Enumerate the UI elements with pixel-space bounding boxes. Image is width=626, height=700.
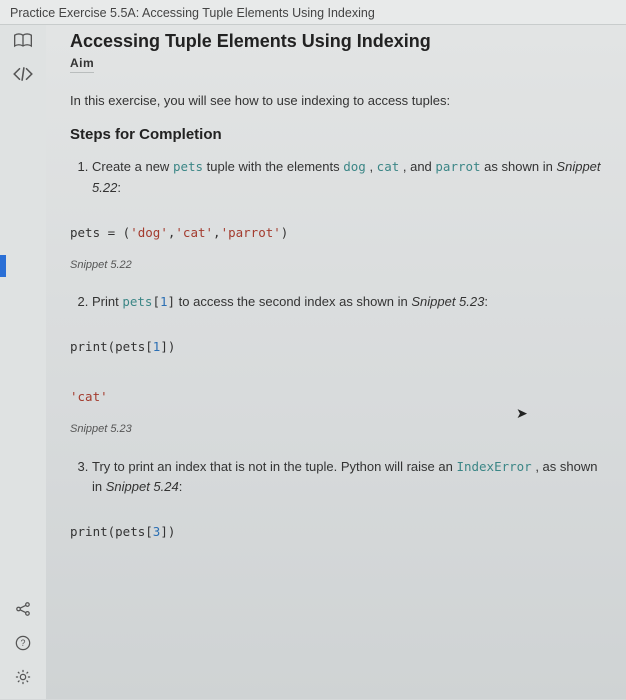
step-text: , xyxy=(366,159,377,174)
step-text: : xyxy=(484,294,488,309)
code-string: 'dog' xyxy=(130,225,168,240)
step-3: Try to print an index that is not in the… xyxy=(92,457,602,549)
code-text: ]) xyxy=(160,524,175,539)
snippet-label-2: Snippet 5.23 xyxy=(70,421,602,439)
snippet-ref: Snippet 5.23 xyxy=(411,294,484,309)
code-string: 'cat' xyxy=(70,389,108,404)
intro-text: In this exercise, you will see how to us… xyxy=(70,93,602,108)
code-text: [ xyxy=(152,294,160,309)
snippet-label-1: Snippet 5.22 xyxy=(70,257,602,275)
main-content: Accessing Tuple Elements Using Indexing … xyxy=(46,25,626,699)
step-text: to access the second index as shown in xyxy=(175,294,411,309)
step-text: Try to print an index that is not in the… xyxy=(92,459,456,474)
step-text: : xyxy=(179,479,183,494)
step-text: : xyxy=(117,180,121,195)
step-1: Create a new pets tuple with the element… xyxy=(92,157,602,274)
code-text: , xyxy=(213,225,221,240)
code-icon[interactable] xyxy=(12,67,34,81)
code-string: 'parrot' xyxy=(221,225,281,240)
step-text: Create a new xyxy=(92,159,173,174)
step-text: , and xyxy=(399,159,435,174)
book-icon[interactable] xyxy=(13,33,33,49)
code-token-var: pets xyxy=(173,159,203,174)
content-wrap: ? Accessing Tuple Elements Using Indexin… xyxy=(0,25,626,699)
steps-heading: Steps for Completion xyxy=(70,126,602,143)
snippet-ref: Snippet 5.24 xyxy=(106,479,179,494)
code-number: 1 xyxy=(160,294,168,309)
step-text: Print xyxy=(92,294,122,309)
gear-icon[interactable] xyxy=(15,669,31,685)
code-text: print(pets[ xyxy=(70,339,153,354)
code-token: dog xyxy=(343,159,366,174)
code-text: ) xyxy=(281,225,289,240)
code-text: ]) xyxy=(160,339,175,354)
share-icon[interactable] xyxy=(15,601,31,617)
code-string: 'cat' xyxy=(175,225,213,240)
left-rail: ? xyxy=(0,25,46,699)
aim-label: Aim xyxy=(70,56,94,73)
code-token-error: IndexError xyxy=(456,459,531,474)
step-text: as shown in xyxy=(481,159,557,174)
cursor-icon: ➤ xyxy=(516,405,528,422)
help-icon[interactable]: ? xyxy=(15,635,31,651)
tab-bar: Practice Exercise 5.5A: Accessing Tuple … xyxy=(0,0,626,25)
code-text: pets = ( xyxy=(70,225,130,240)
code-block-1: pets = ('dog','cat','parrot') xyxy=(70,217,602,249)
code-token: cat xyxy=(377,159,400,174)
svg-text:?: ? xyxy=(21,638,26,648)
code-text: ] xyxy=(168,294,176,309)
steps-list: Create a new pets tuple with the element… xyxy=(70,157,602,548)
scroll-indicator xyxy=(0,255,6,277)
code-token: parrot xyxy=(435,159,480,174)
tab-title: Practice Exercise 5.5A: Accessing Tuple … xyxy=(10,6,375,20)
code-text: print(pets[ xyxy=(70,524,153,539)
code-block-2: print(pets[1]) xyxy=(70,331,602,363)
page-title: Accessing Tuple Elements Using Indexing xyxy=(70,31,602,52)
code-block-3: print(pets[3]) xyxy=(70,516,602,548)
step-text: tuple with the elements xyxy=(203,159,343,174)
code-token-var: pets xyxy=(122,294,152,309)
